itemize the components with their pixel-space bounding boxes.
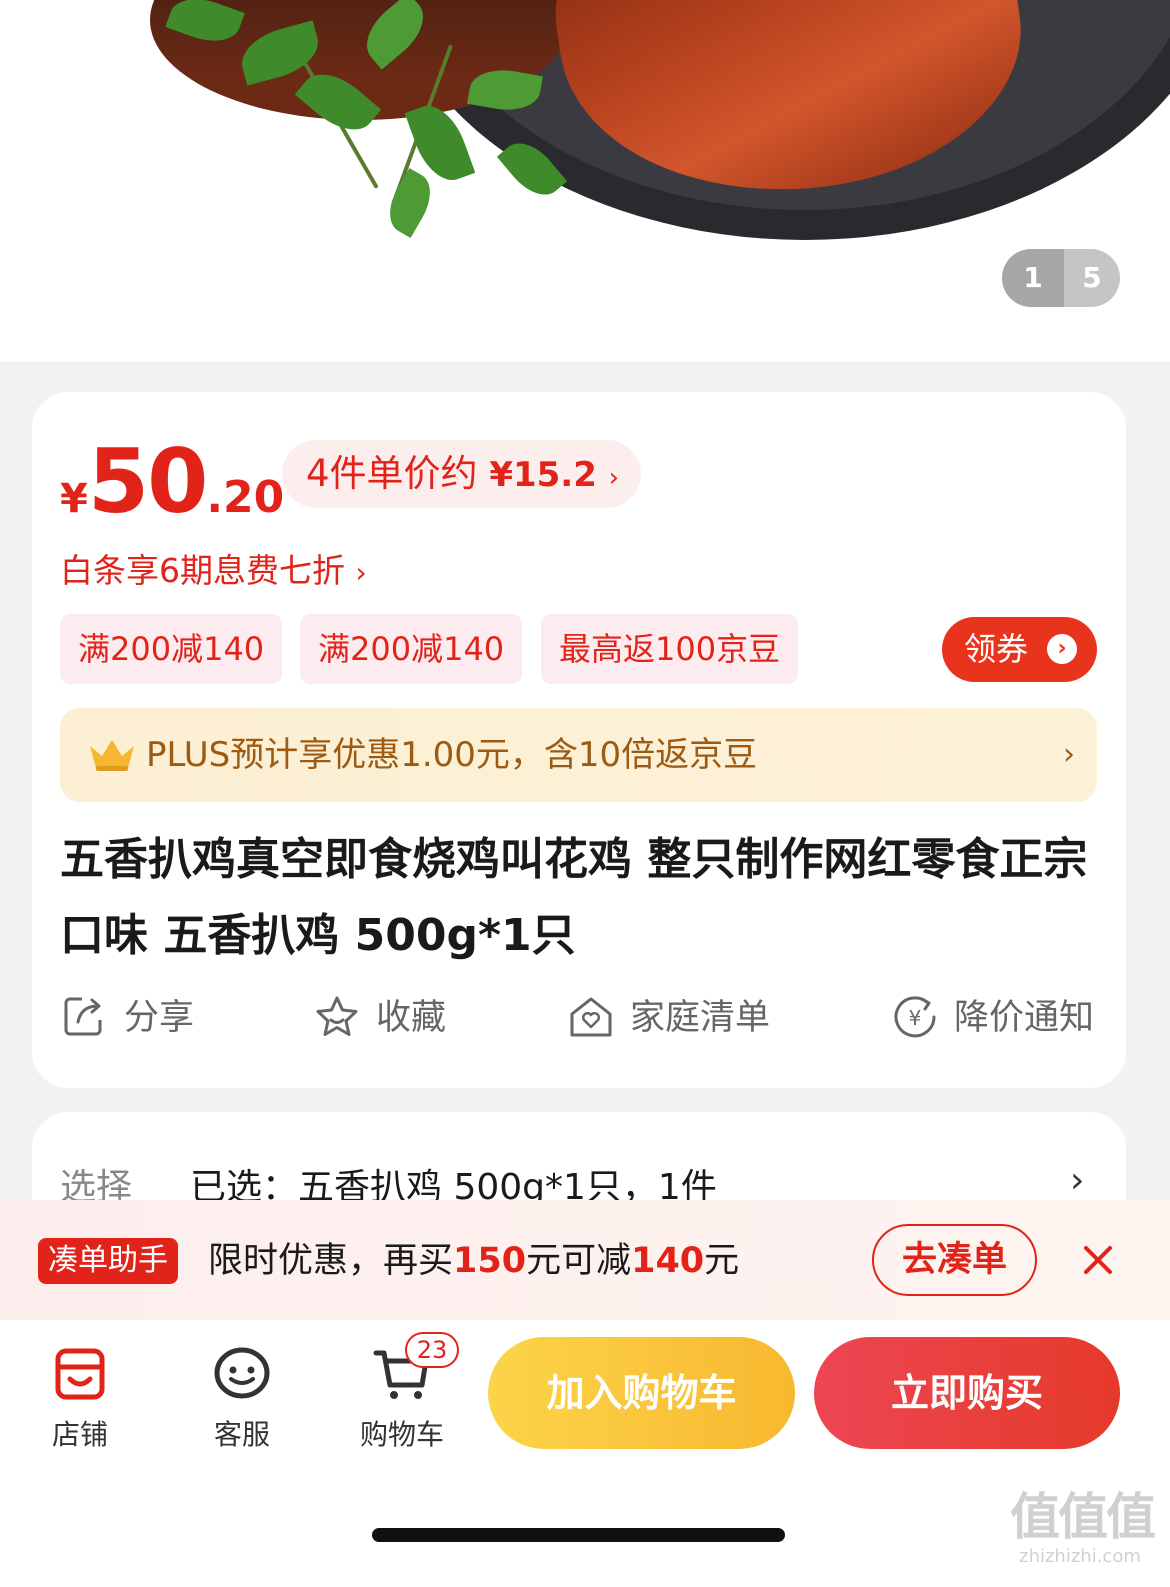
star-icon [316, 996, 358, 1036]
svg-text:¥: ¥ [909, 1006, 922, 1030]
promo-tag[interactable]: 满200减140 [300, 614, 523, 684]
helper-text-before: 限时优惠，再买 [208, 1241, 454, 1281]
go-bundle-button[interactable]: 去凑单 [872, 1224, 1037, 1296]
chevron-right-icon[interactable]: › [1070, 1160, 1084, 1201]
share-icon [64, 997, 102, 1036]
promo-tag[interactable]: 满200减140 [60, 614, 283, 684]
buy-now-button[interactable]: 立即购买 [814, 1337, 1120, 1449]
promo-tag[interactable]: 最高返100京豆 [541, 614, 799, 684]
unit-price-value: ¥15.2 [489, 455, 597, 495]
baitiao-text: 白条享6期息费七折 [60, 551, 345, 590]
coupon-label: 领券 [964, 630, 1029, 668]
nav-service-label: 客服 [213, 1418, 270, 1451]
store-icon [55, 1348, 105, 1400]
watermark-sub: zhizhizhi.com [1019, 1546, 1141, 1567]
helper-text-after: 元 [704, 1241, 740, 1281]
helper-text-middle: 元可减 [526, 1241, 632, 1281]
nav-cart-label: 购物车 [359, 1418, 444, 1451]
share-label: 分享 [124, 998, 195, 1038]
family-list-label: 家庭清单 [630, 998, 771, 1038]
chevron-right-icon: › [1063, 737, 1075, 772]
chevron-right-icon: › [608, 463, 620, 493]
product-price: ¥50.20 [60, 430, 284, 533]
price-drop-icon: ¥ [894, 996, 936, 1038]
plus-benefit-bar[interactable]: PLUS预计享优惠1.00元，含10倍返京豆 › [60, 708, 1097, 802]
nav-service[interactable]: 客服 [182, 1345, 302, 1453]
bundle-helper-badge: 凑单助手 [38, 1238, 178, 1284]
favorite-label: 收藏 [376, 998, 447, 1038]
plus-text: PLUS预计享优惠1.00元，含10倍返京豆 [146, 735, 758, 775]
price-integer: 50 [87, 430, 208, 533]
image-pager: 1 5 [1002, 249, 1120, 307]
watermark-main: 值值值 [1010, 1488, 1156, 1546]
cart-count-badge: 23 [405, 1332, 459, 1368]
service-icon [214, 1347, 270, 1399]
bundle-helper-text: 限时优惠，再买150元可减140元 [208, 1236, 739, 1286]
helper-discount: 140 [631, 1241, 705, 1281]
watermark-logo: 值值值 zhizhizhi.com [1010, 1488, 1156, 1568]
unit-price-prefix: 4件单价约 [306, 452, 478, 495]
crown-icon [90, 740, 134, 771]
product-title: 五香扒鸡真空即食烧鸡叫花鸡 整只制作网红零食正宗口味 五香扒鸡 500g*1只 [60, 834, 1088, 961]
chevron-right-icon: › [355, 556, 367, 589]
nav-store-label: 店铺 [51, 1418, 108, 1451]
pager-total: 5 [1082, 261, 1102, 294]
price-alert-label: 降价通知 [954, 998, 1095, 1038]
baitiao-link[interactable]: 白条享6期息费七折 › [60, 544, 367, 592]
get-coupon-button[interactable]: 领券 › [942, 617, 1097, 682]
pager-current: 1 [1002, 249, 1064, 307]
close-icon[interactable] [1078, 1240, 1118, 1280]
home-indicator[interactable] [372, 1528, 785, 1542]
price-currency: ¥ [60, 476, 88, 522]
add-to-cart-button[interactable]: 加入购物车 [488, 1337, 795, 1449]
product-image[interactable]: 1 5 [0, 0, 1170, 362]
unit-price-pill[interactable]: 4件单价约 ¥15.2 › [282, 440, 642, 508]
helper-amount: 150 [453, 1241, 527, 1281]
herb-leaf [379, 168, 441, 238]
circle-arrow-icon: › [1047, 634, 1077, 664]
home-heart-icon [570, 997, 612, 1037]
nav-store[interactable]: 店铺 [20, 1345, 140, 1453]
price-decimal: .20 [206, 472, 285, 523]
